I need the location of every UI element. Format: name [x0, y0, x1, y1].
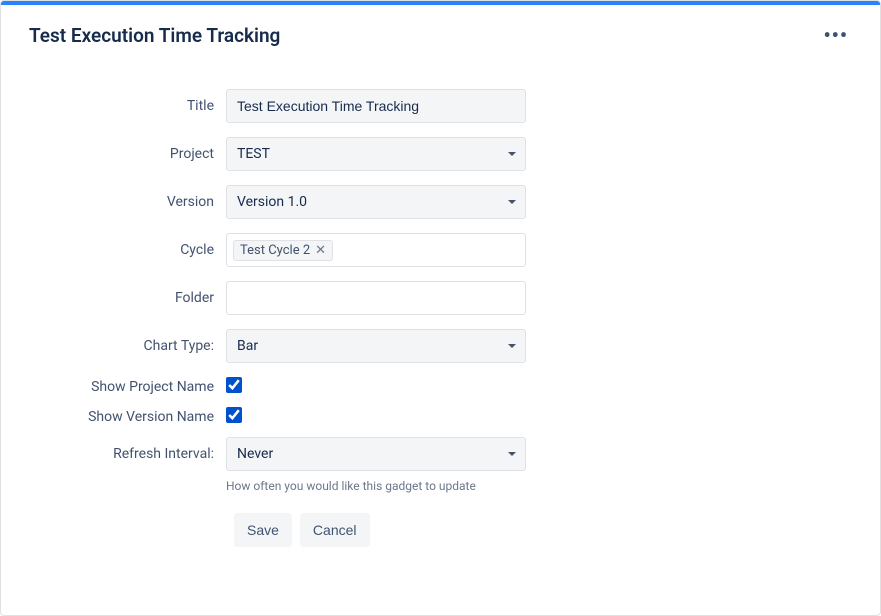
- more-options-icon[interactable]: •••: [819, 19, 852, 51]
- row-refresh-help: How often you would like this gadget to …: [41, 477, 840, 493]
- show-project-name-checkbox[interactable]: [226, 377, 242, 393]
- label-version: Version: [41, 194, 226, 210]
- gadget-config-panel: Test Execution Time Tracking ••• Title P…: [0, 0, 881, 616]
- version-select-value: Version 1.0: [237, 194, 307, 210]
- label-folder: Folder: [41, 290, 226, 306]
- row-show-version-name: Show Version Name: [41, 407, 840, 427]
- chart-type-select-value: Bar: [237, 338, 258, 354]
- row-cycle: Cycle Test Cycle 2 ✕: [41, 233, 840, 267]
- cycle-tag-label: Test Cycle 2: [240, 243, 310, 258]
- version-select[interactable]: Version 1.0: [226, 185, 526, 219]
- save-button[interactable]: Save: [234, 513, 292, 547]
- label-show-version-name: Show Version Name: [41, 409, 226, 425]
- row-refresh-interval: Refresh Interval: Never: [41, 437, 840, 471]
- show-version-name-checkbox[interactable]: [226, 407, 242, 423]
- label-title: Title: [41, 98, 226, 114]
- refresh-interval-select[interactable]: Never: [226, 437, 526, 471]
- folder-input[interactable]: [226, 281, 526, 315]
- row-project: Project TEST: [41, 137, 840, 171]
- cancel-button[interactable]: Cancel: [300, 513, 370, 547]
- row-version: Version Version 1.0: [41, 185, 840, 219]
- refresh-interval-help: How often you would like this gadget to …: [226, 477, 476, 493]
- label-project: Project: [41, 146, 226, 162]
- panel-header: Test Execution Time Tracking •••: [1, 5, 880, 59]
- project-select-value: TEST: [237, 146, 270, 162]
- label-refresh-interval: Refresh Interval:: [41, 446, 226, 462]
- row-chart-type: Chart Type: Bar: [41, 329, 840, 363]
- remove-tag-icon[interactable]: ✕: [315, 244, 326, 257]
- project-select[interactable]: TEST: [226, 137, 526, 171]
- row-folder: Folder: [41, 281, 840, 315]
- config-form: Title Project TEST Version: [1, 59, 880, 567]
- cycle-tag: Test Cycle 2 ✕: [233, 240, 333, 261]
- title-input[interactable]: [226, 89, 526, 123]
- label-cycle: Cycle: [41, 242, 226, 258]
- label-chart-type: Chart Type:: [41, 338, 226, 354]
- refresh-interval-select-value: Never: [237, 446, 273, 462]
- chart-type-select[interactable]: Bar: [226, 329, 526, 363]
- row-show-project-name: Show Project Name: [41, 377, 840, 397]
- label-show-project-name: Show Project Name: [41, 379, 226, 395]
- panel-title: Test Execution Time Tracking: [29, 24, 280, 47]
- cycle-input[interactable]: Test Cycle 2 ✕: [226, 233, 526, 267]
- row-title: Title: [41, 89, 840, 123]
- button-row: Save Cancel: [41, 513, 840, 547]
